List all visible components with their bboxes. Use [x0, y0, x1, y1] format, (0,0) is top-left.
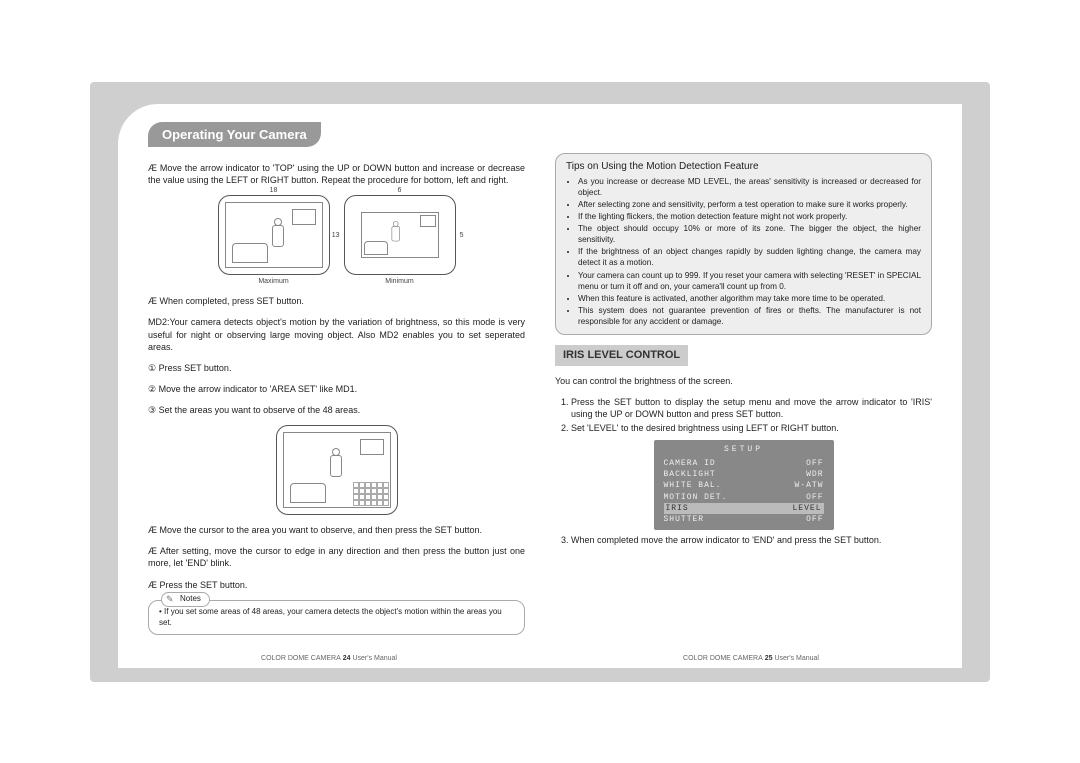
left-para-1: Æ Move the arrow indicator to 'TOP' usin…	[148, 162, 525, 186]
figure-row: 18 13 Maximum 6 5	[148, 195, 525, 286]
notes-box: Notes • If you set some areas of 48 area…	[148, 600, 525, 636]
left-bullet-2: ② Move the arrow indicator to 'AREA SET'…	[148, 383, 525, 395]
fig-min-top-num: 6	[398, 186, 402, 195]
right-column: Tips on Using the Motion Detection Featu…	[555, 153, 932, 636]
iris-steps: Press the SET button to display the setu…	[555, 396, 932, 434]
setup-row: MOTION DET.OFF	[664, 492, 824, 503]
tips-title: Tips on Using the Motion Detection Featu…	[566, 160, 921, 174]
left-bullet-3: ③ Set the areas you want to observe of t…	[148, 404, 525, 416]
fig-max-right-num: 13	[332, 231, 340, 240]
iris-intro: You can control the brightness of the sc…	[555, 375, 932, 387]
left-para-2: Æ When completed, press SET button.	[148, 295, 525, 307]
footer-right: COLOR DOME CAMERA 25 User's Manual	[683, 655, 819, 662]
setup-row: SHUTTEROFF	[664, 514, 824, 525]
iris-steps-cont: When completed move the arrow indicator …	[555, 534, 932, 546]
tip-item: When this feature is activated, another …	[578, 293, 921, 304]
left-bullet-1: ① Press SET button.	[148, 362, 525, 374]
page-footer: COLOR DOME CAMERA 24 User's Manual COLOR…	[118, 655, 962, 662]
tip-item: The object should occupy 10% or more of …	[578, 223, 921, 245]
figure-max-label: Maximum	[218, 277, 330, 286]
tip-item: If the lighting flickers, the motion det…	[578, 211, 921, 222]
figure-min-label: Minimum	[344, 277, 456, 286]
tip-item: As you increase or decrease MD LEVEL, th…	[578, 176, 921, 198]
setup-menu: SETUP CAMERA IDOFF BACKLIGHTWDR WHITE BA…	[654, 440, 834, 530]
fig-max-top-num: 18	[270, 186, 278, 195]
setup-row: BACKLIGHTWDR	[664, 469, 824, 480]
notes-text: • If you set some areas of 48 areas, you…	[159, 607, 502, 627]
tip-item: Your camera can count up to 999. If you …	[578, 270, 921, 292]
left-para-5: Æ After setting, move the cursor to edge…	[148, 545, 525, 569]
figure-minimum	[344, 195, 456, 275]
notes-tag: Notes	[161, 592, 210, 607]
figure-48-areas	[276, 425, 398, 515]
tips-box: Tips on Using the Motion Detection Featu…	[555, 153, 932, 335]
iris-step: When completed move the arrow indicator …	[571, 534, 932, 546]
tip-item: This system does not guarantee preventio…	[578, 305, 921, 327]
left-para-4: Æ Move the cursor to the area you want t…	[148, 524, 525, 536]
iris-step: Press the SET button to display the setu…	[571, 396, 932, 420]
setup-row: CAMERA IDOFF	[664, 458, 824, 469]
fig-min-right-num: 5	[460, 231, 464, 240]
tips-list: As you increase or decrease MD LEVEL, th…	[566, 176, 921, 327]
iris-step: Set 'LEVEL' to the desired brightness us…	[571, 422, 932, 434]
left-column: Æ Move the arrow indicator to 'TOP' usin…	[148, 153, 525, 636]
iris-heading: IRIS LEVEL CONTROL	[555, 345, 688, 366]
left-para-6: Æ Press the SET button.	[148, 579, 525, 591]
footer-left: COLOR DOME CAMERA 24 User's Manual	[261, 655, 397, 662]
setup-row-highlighted: IRISLEVEL	[664, 503, 824, 514]
setup-row: WHITE BAL.W-ATW	[664, 480, 824, 491]
left-para-3: MD2:Your camera detects object's motion …	[148, 316, 525, 352]
tip-item: After selecting zone and sensitivity, pe…	[578, 199, 921, 210]
setup-title: SETUP	[664, 445, 824, 456]
figure-maximum	[218, 195, 330, 275]
section-title-tab: Operating Your Camera	[148, 122, 321, 147]
tip-item: If the brightness of an object changes r…	[578, 246, 921, 268]
